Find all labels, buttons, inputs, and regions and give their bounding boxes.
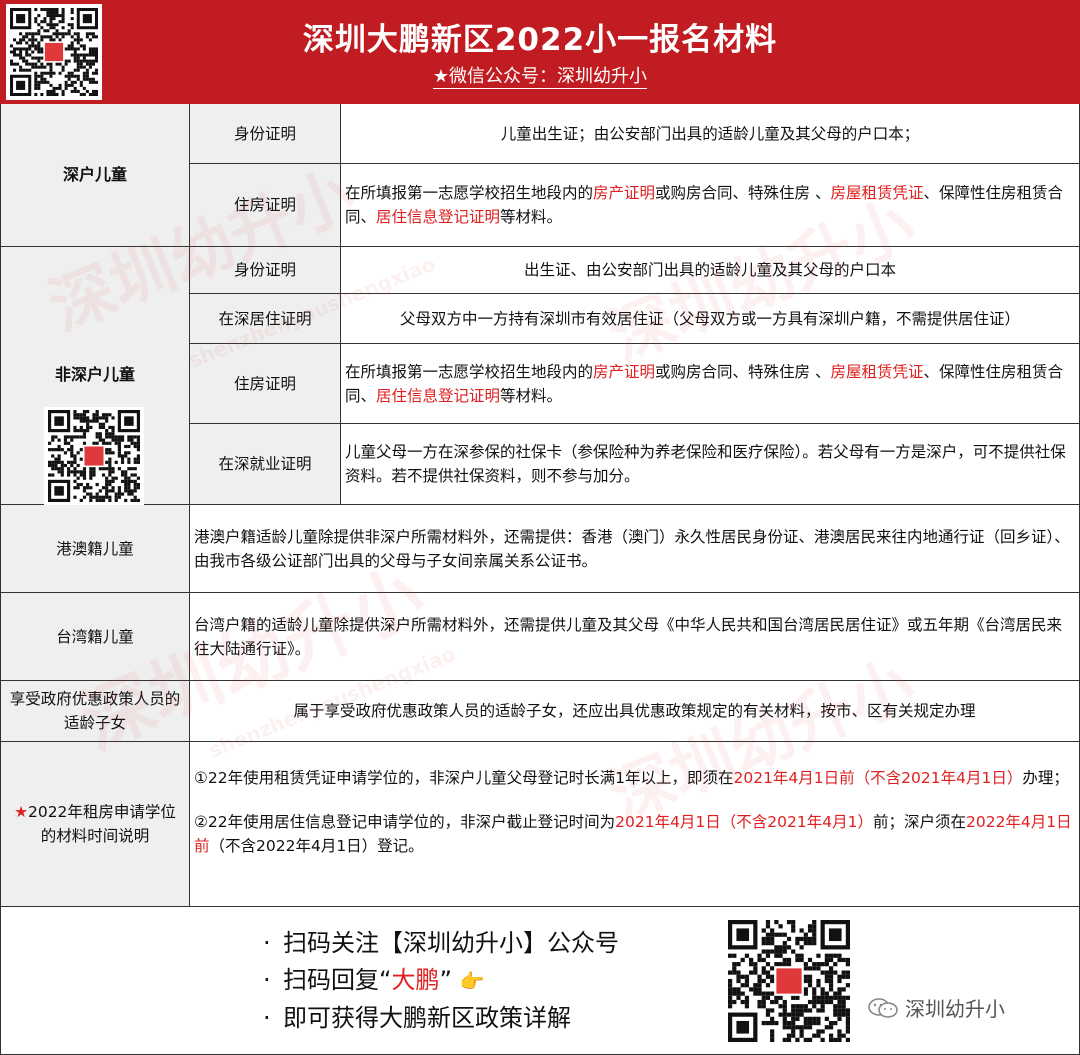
content-feishen-house: 在所填报第一志愿学校招生地段内的房产证明或购房合同、特殊住房 、房屋租赁凭证、保… bbox=[341, 344, 1080, 424]
category-gangao: 港澳籍儿童 bbox=[1, 505, 190, 593]
label-house-proof: 住房证明 bbox=[190, 164, 341, 247]
content-shenhu-id: 儿童出生证；由公安部门出具的适龄儿童及其父母的户口本； bbox=[341, 104, 1080, 164]
zufang-paragraph-2: ②22年使用居住信息登记申请学位的，非深户截止登记时间为2021年4月1日（不含… bbox=[194, 813, 1072, 855]
star-icon: ★ bbox=[14, 803, 28, 821]
qr-code-middle[interactable] bbox=[44, 407, 144, 505]
promo-bullets: · 扫码关注【深圳幼升小】公众号 · 扫码回复“大鹏” 👉 · 即可获得大鹏新区政策详… bbox=[263, 925, 619, 1037]
category-shenhu: 深户儿童 bbox=[1, 104, 190, 247]
label-house-proof: 住房证明 bbox=[190, 344, 341, 424]
page-subtitle[interactable]: ★微信公众号：深圳幼升小 bbox=[0, 62, 1080, 89]
content-shenhu-house: 在所填报第一志愿学校招生地段内的房产证明或购房合同、特殊住房 、房屋租赁凭证、保… bbox=[341, 164, 1080, 247]
footer-promo: · 扫码关注【深圳幼升小】公众号 · 扫码回复“大鹏” 👉 · 即可获得大鹏新区政策详… bbox=[0, 907, 1080, 1055]
brand-signature: 深圳幼升小 bbox=[867, 993, 1005, 1022]
page-title: 深圳大鹏新区2022小一报名材料 bbox=[302, 22, 778, 58]
content-youhui: 属于享受政府优惠政策人员的适龄子女，还应出具优惠政策规定的有关材料，按市、区有关… bbox=[190, 681, 1080, 742]
label-id-proof: 身份证明 bbox=[190, 104, 341, 164]
promo-bullet-2: · 扫码回复“大鹏” 👉 bbox=[263, 966, 485, 994]
label-residence-proof: 在深居住证明 bbox=[190, 294, 341, 344]
category-zufang: ★2022年租房申请学位的材料时间说明 bbox=[1, 742, 190, 907]
zufang-paragraph-1: ①22年使用租赁凭证申请学位的，非深户儿童父母登记时长满1年以上，即须在2021… bbox=[194, 769, 1069, 787]
qr-code-image bbox=[48, 410, 140, 502]
label-employment-proof: 在深就业证明 bbox=[190, 424, 341, 505]
content-zufang: ①22年使用租赁凭证申请学位的，非深户儿童父母登记时长满1年以上，即须在2021… bbox=[190, 742, 1080, 907]
qr-code-image bbox=[728, 920, 850, 1042]
materials-table: 深户儿童 身份证明 儿童出生证；由公安部门出具的适龄儿童及其父母的户口本； 住房… bbox=[0, 104, 1080, 907]
content-gangao: 港澳户籍适龄儿童除提供非深户所需材料外，还需提供：香港（澳门）永久性居民身份证、… bbox=[190, 505, 1080, 593]
promo-bullet-1: · 扫码关注【深圳幼升小】公众号 bbox=[263, 929, 619, 957]
content-taiwan: 台湾户籍的适龄儿童除提供深户所需材料外，还需提供儿童及其父母《中华人民共和国台湾… bbox=[190, 593, 1080, 681]
header-banner: 深圳大鹏新区2022小一报名材料 ★微信公众号：深圳幼升小 bbox=[0, 0, 1080, 104]
content-feishen-employment: 儿童父母一方在深参保的社保卡（参保险种为养老保险和医疗保险）。若父母有一方是深户… bbox=[341, 424, 1080, 505]
category-youhui: 享受政府优惠政策人员的适龄子女 bbox=[1, 681, 190, 742]
category-taiwan: 台湾籍儿童 bbox=[1, 593, 190, 681]
pointing-hand-icon: 👉 bbox=[459, 969, 485, 993]
label-id-proof: 身份证明 bbox=[190, 247, 341, 294]
wechat-icon bbox=[868, 997, 898, 1018]
promo-bullet-3: · 即可获得大鹏新区政策详解 bbox=[263, 1004, 571, 1032]
content-feishen-residence: 父母双方中一方持有深圳市有效居住证（父母双方或一方具有深圳户籍，不需提供居住证） bbox=[341, 294, 1080, 344]
content-feishen-id: 出生证、由公安部门出具的适龄儿童及其父母的户口本 bbox=[341, 247, 1080, 294]
qr-code-footer[interactable] bbox=[725, 917, 853, 1045]
